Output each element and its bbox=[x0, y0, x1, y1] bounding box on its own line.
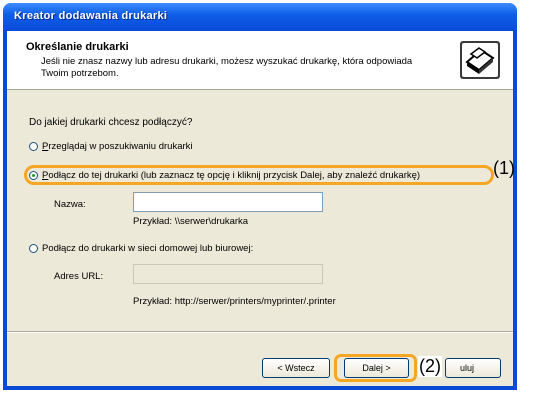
page-subtitle: Jeśli nie znasz nazwy lub adresu drukark… bbox=[41, 56, 413, 79]
next-button-highlight bbox=[334, 354, 417, 382]
window-title: Kreator dodawania drukarki bbox=[14, 10, 168, 22]
name-input[interactable] bbox=[133, 192, 323, 212]
callout-1: (1) bbox=[493, 158, 515, 178]
wizard-header: Określanie drukarki Jeśli nie znasz nazw… bbox=[7, 31, 513, 90]
printer-icon bbox=[460, 41, 500, 79]
callout-2: (2) bbox=[418, 356, 442, 377]
option-connect-to-printer[interactable]: Podłącz do tej drukarki (lub zaznacz tę … bbox=[29, 170, 420, 181]
page-title: Określanie drukarki bbox=[26, 41, 129, 53]
url-example: Przykład: http://serwer/printers/myprint… bbox=[133, 296, 336, 307]
cancel-button[interactable]: uluj bbox=[445, 358, 501, 378]
url-input[interactable] bbox=[133, 264, 323, 284]
footer-separator bbox=[7, 331, 513, 333]
radio-browse[interactable] bbox=[29, 142, 38, 151]
radio-network-printer[interactable] bbox=[29, 244, 38, 253]
wizard-content: Do jakiej drukarki chcesz podłączyć? Prz… bbox=[7, 90, 513, 330]
url-label: Adres URL: bbox=[54, 271, 104, 282]
option-connect-label: odłącz do tej drukarki (lub zaznacz tę o… bbox=[48, 170, 421, 181]
wizard-client-area: Określanie drukarki Jeśli nie znasz nazw… bbox=[7, 31, 513, 386]
radio-connect-to-printer[interactable] bbox=[29, 171, 38, 180]
name-label: Nazwa: bbox=[54, 199, 86, 210]
back-button[interactable]: < Wstecz bbox=[262, 358, 330, 378]
option-browse-label: rzeglądaj w poszukiwaniu drukarki bbox=[48, 141, 193, 152]
option-network-printer[interactable]: Podłącz do drukarki w sieci domowej lub … bbox=[29, 243, 253, 254]
name-example: Przykład: \\serwer\drukarka bbox=[133, 216, 249, 227]
wizard-window: Kreator dodawania drukarki Określanie dr… bbox=[3, 3, 517, 390]
option-browse[interactable]: Przeglądaj w poszukiwaniu drukarki bbox=[29, 141, 193, 152]
question-label: Do jakiej drukarki chcesz podłączyć? bbox=[29, 117, 193, 128]
title-bar[interactable]: Kreator dodawania drukarki bbox=[3, 3, 517, 31]
option-network-label: Podłącz do drukarki w sieci domowej lub … bbox=[42, 243, 254, 254]
